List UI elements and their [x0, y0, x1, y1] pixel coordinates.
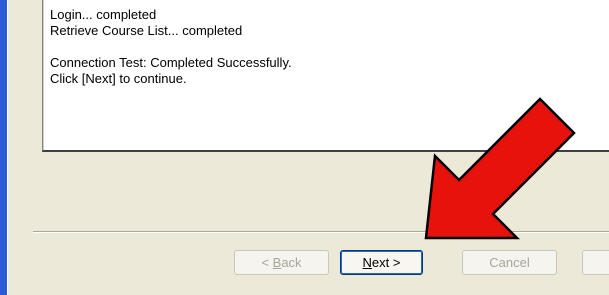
back-button-label: ack — [281, 255, 302, 270]
log-line-course-list: Retrieve Course List... completed — [50, 23, 243, 38]
log-line-instruction: Click [Next] to continue. — [50, 71, 187, 86]
back-button[interactable]: < Back — [234, 250, 329, 275]
footer-separator-highlight — [33, 232, 609, 233]
window-left-highlight — [7, 0, 8, 295]
log-line-login: Login... completed — [50, 7, 157, 22]
cancel-button-label: Cancel — [489, 255, 530, 270]
next-button-mnemonic: N — [362, 255, 372, 270]
help-button[interactable] — [582, 250, 609, 275]
connection-log-panel: Login... completed Retrieve Course List.… — [42, 0, 609, 152]
cancel-button[interactable]: Cancel — [462, 250, 557, 275]
next-button[interactable]: Next > — [340, 250, 423, 275]
back-button-prefix: < — [261, 255, 273, 270]
log-line-connection-test: Connection Test: Completed Successfully. — [50, 55, 292, 70]
next-button-label: ext > — [371, 255, 401, 270]
